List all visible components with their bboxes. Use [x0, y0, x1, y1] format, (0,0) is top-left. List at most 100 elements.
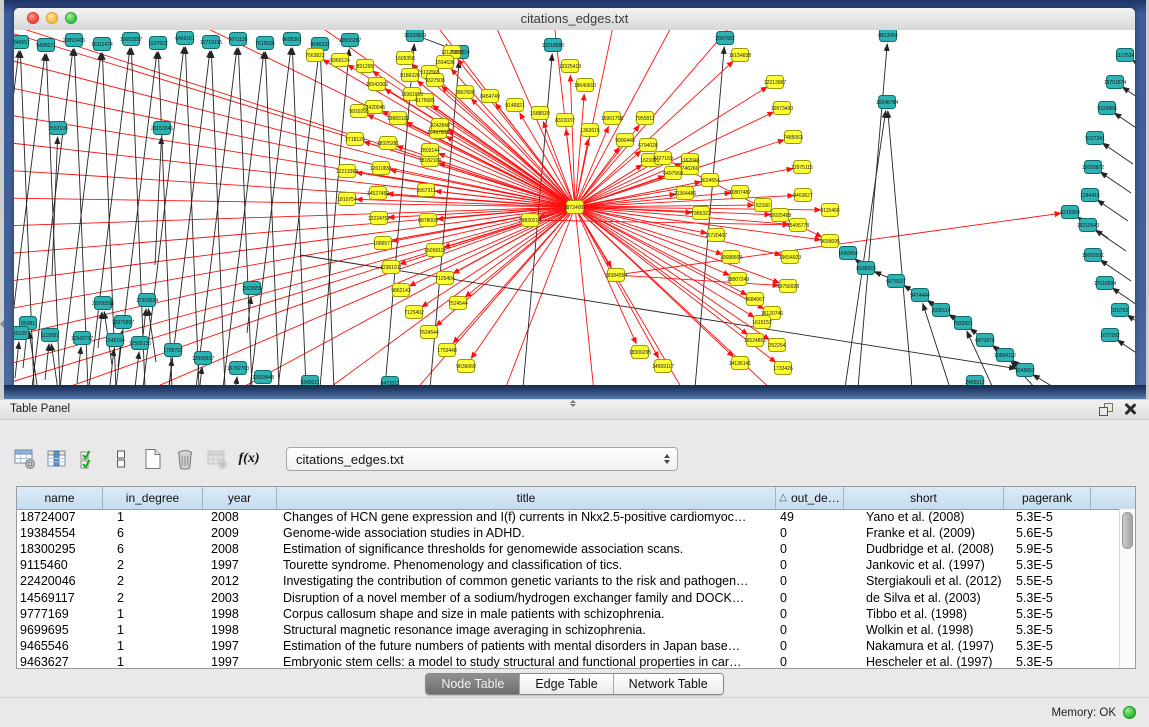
- svg-text:12610651: 12610651: [370, 166, 392, 172]
- tab-network-table[interactable]: Network Table: [614, 674, 723, 694]
- cell-out_de: 0: [776, 526, 844, 540]
- sort-ascending-icon: △: [779, 493, 787, 503]
- row-height-icon[interactable]: [108, 446, 134, 472]
- float-panel-icon[interactable]: [1099, 403, 1113, 416]
- horizontal-splitter-handle[interactable]: [565, 399, 581, 408]
- svg-text:3624554: 3624554: [700, 178, 720, 184]
- svg-text:12213967: 12213967: [764, 80, 786, 86]
- cell-name: 22420046: [17, 574, 103, 588]
- table-row[interactable]: 969969511998Structural magnetic resonanc…: [17, 622, 1135, 638]
- function-builder-icon[interactable]: f(x): [236, 446, 262, 472]
- svg-text:2803144: 2803144: [420, 148, 440, 154]
- column-header-year[interactable]: year: [203, 487, 277, 509]
- svg-text:12224752: 12224752: [368, 216, 390, 222]
- window-titlebar[interactable]: citations_edges.txt: [14, 8, 1135, 31]
- table-row[interactable]: 2242004622012Investigating the contribut…: [17, 573, 1135, 589]
- table-row[interactable]: 977716911998Corpus callosum shape and si…: [17, 606, 1135, 622]
- new-table-icon[interactable]: [140, 446, 166, 472]
- cell-short: Yano et al. (2008): [844, 510, 1004, 524]
- table-header: namein_degreeyeartitle△out_de…shortpager…: [17, 487, 1135, 510]
- svg-text:2653100: 2653100: [48, 126, 68, 132]
- svg-text:2718120: 2718120: [345, 137, 365, 143]
- zoom-window-button[interactable]: [65, 12, 77, 24]
- svg-text:3667311: 3667311: [416, 188, 435, 194]
- cell-name: 9115460: [17, 558, 103, 572]
- svg-text:12942737: 12942737: [71, 336, 93, 342]
- cell-out_de: 0: [776, 542, 844, 556]
- combo-stepper-icon[interactable]: [657, 454, 677, 464]
- table-row[interactable]: 946554611997Estimation of the future num…: [17, 638, 1135, 654]
- minimize-window-button[interactable]: [46, 12, 58, 24]
- column-header-title[interactable]: title: [277, 487, 776, 509]
- svg-text:10973493: 10973493: [771, 106, 793, 112]
- cell-in_degree: 1: [103, 655, 203, 669]
- table-row[interactable]: 946362711997Embryonic stem cells: a mode…: [17, 654, 1135, 669]
- cell-short: de Silva et al. (2003): [844, 591, 1004, 605]
- network-window-frame: citations_edges.txt 18724007134055754055…: [4, 0, 1146, 399]
- svg-text:14569117: 14569117: [652, 364, 674, 370]
- svg-text:10653257: 10653257: [120, 37, 142, 43]
- cell-title: Estimation of the future numbers of pati…: [277, 639, 776, 653]
- delete-rows-icon[interactable]: [172, 446, 198, 472]
- tab-node-table[interactable]: Node Table: [426, 674, 520, 694]
- table-tabs-row: Node TableEdge TableNetwork Table: [0, 673, 1149, 695]
- cell-out_de: 0: [776, 574, 844, 588]
- table-row[interactable]: 1872400712008Changes of HCN gene express…: [17, 509, 1135, 525]
- cell-year: 1998: [203, 607, 277, 621]
- svg-text:7932621: 7932621: [953, 321, 973, 327]
- cell-in_degree: 1: [103, 607, 203, 621]
- column-header-short[interactable]: short: [844, 487, 1004, 509]
- column-header-in_degree[interactable]: in_degree: [103, 487, 203, 509]
- svg-text:9329966: 9329966: [1097, 106, 1117, 112]
- svg-text:7125404: 7125404: [435, 276, 455, 282]
- table-row[interactable]: 1938455462009Genome-wide association stu…: [17, 525, 1135, 541]
- svg-text:18182103: 18182103: [419, 158, 441, 164]
- cell-short: Franke et al. (2009): [844, 526, 1004, 540]
- cell-in_degree: 1: [103, 639, 203, 653]
- svg-text:9115460: 9115460: [820, 208, 839, 214]
- cell-year: 2008: [203, 510, 277, 524]
- show-columns-icon[interactable]: [44, 446, 70, 472]
- cell-year: 1997: [203, 639, 277, 653]
- svg-text:16524851: 16524851: [744, 338, 766, 344]
- svg-text:1640954: 1640954: [838, 251, 858, 257]
- svg-text:20891406: 20891406: [63, 38, 85, 44]
- svg-text:746266: 746266: [682, 166, 699, 172]
- svg-text:16782753: 16782753: [227, 366, 249, 372]
- table-settings-icon[interactable]: [12, 446, 38, 472]
- svg-text:10553287: 10553287: [339, 38, 361, 44]
- table-row[interactable]: 1456911722003Disruption of a novel membe…: [17, 589, 1135, 605]
- svg-text:9636069: 9636069: [456, 364, 476, 370]
- table-row[interactable]: 911546021997Tourette syndrome. Phenomeno…: [17, 557, 1135, 573]
- cell-title: Investigating the contribution of common…: [277, 574, 776, 588]
- svg-text:12975115: 12975115: [791, 165, 813, 171]
- memory-status-label: Memory: OK: [1051, 707, 1116, 719]
- cell-name: 9777169: [17, 607, 103, 621]
- svg-text:1122565: 1122565: [420, 70, 439, 76]
- table-scrollbar-thumb[interactable]: [1122, 512, 1133, 549]
- svg-text:8878009: 8878009: [418, 218, 438, 224]
- svg-text:9990448: 9990448: [615, 138, 635, 144]
- network-canvas[interactable]: 1872400713405575405571208914061611147410…: [14, 30, 1135, 385]
- select-columns-icon[interactable]: [76, 446, 102, 472]
- svg-text:6497568: 6497568: [663, 171, 683, 177]
- close-window-button[interactable]: [27, 12, 39, 24]
- cell-short: Jankovic et al. (1997): [844, 558, 1004, 572]
- svg-text:16648784: 16648784: [876, 100, 898, 106]
- svg-text:7485063: 7485063: [783, 135, 803, 141]
- column-header-name[interactable]: name: [17, 487, 103, 509]
- svg-text:14136141: 14136141: [729, 361, 751, 367]
- cell-short: Tibbo et al. (1998): [844, 607, 1004, 621]
- svg-text:9684067: 9684067: [745, 297, 765, 303]
- table-body: 1872400712008Changes of HCN gene express…: [17, 509, 1135, 668]
- tab-edge-table[interactable]: Edge Table: [520, 674, 613, 694]
- column-header-pagerank[interactable]: pagerank: [1004, 487, 1091, 509]
- table-selector[interactable]: citations_edges.txt: [286, 447, 678, 471]
- close-panel-icon[interactable]: [1124, 403, 1136, 415]
- table-row[interactable]: 1830029562008Estimation of significance …: [17, 541, 1135, 557]
- table-scrollbar[interactable]: [1119, 509, 1135, 668]
- column-header-out_de[interactable]: △out_de…: [776, 487, 844, 509]
- svg-text:1545194: 1545194: [105, 338, 125, 344]
- citation-network-graph[interactable]: 1872400713405575405571208914061611147410…: [14, 30, 1135, 385]
- svg-text:1086577: 1086577: [373, 241, 393, 247]
